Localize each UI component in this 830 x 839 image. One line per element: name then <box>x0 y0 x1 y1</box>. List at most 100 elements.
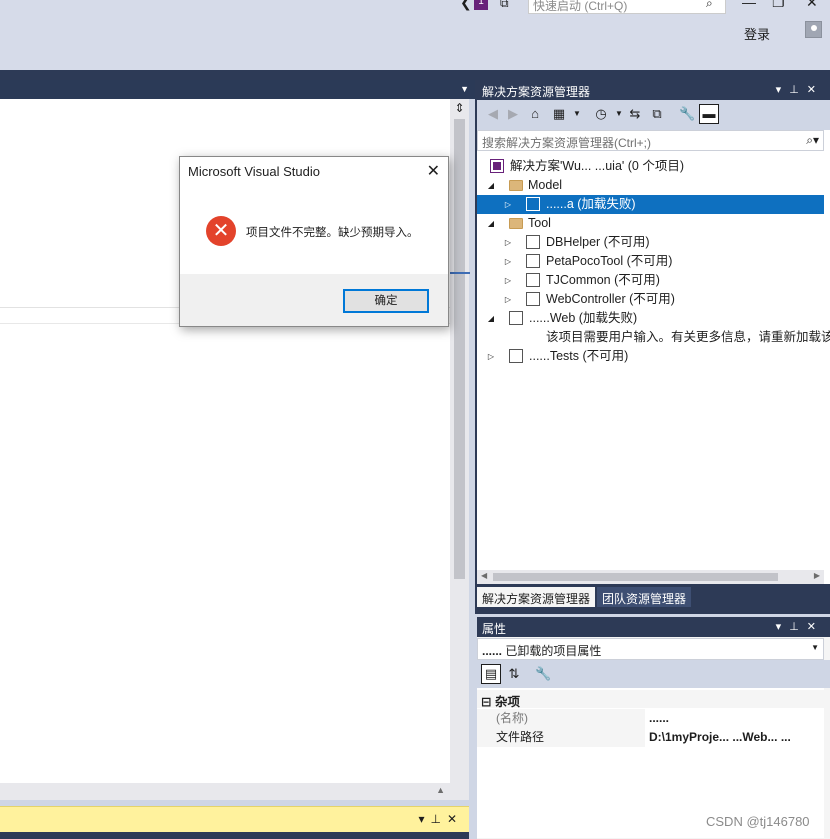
switch-views-icon[interactable]: ▦ <box>551 106 567 122</box>
editor-horizontal-scrollbar[interactable]: ▲ <box>0 783 469 800</box>
scroll-up-icon[interactable]: ▲ <box>436 785 445 795</box>
collapsed-arrow-icon[interactable]: ▷ <box>503 195 513 214</box>
preview-icon[interactable]: ▬ <box>699 104 719 124</box>
property-value[interactable]: ...... <box>646 709 824 728</box>
collapse-icon[interactable]: ⊟ <box>481 695 491 709</box>
tree-item-model-project[interactable]: ▷ ......a (加载失败) <box>477 195 824 214</box>
property-row[interactable]: (名称) ...... <box>477 709 824 728</box>
tree-item-petapocotool[interactable]: ▷ PetaPocoTool (不可用) <box>477 252 824 271</box>
properties-title: 属性 ▾⊥✕ <box>477 617 830 637</box>
avatar[interactable] <box>805 21 822 38</box>
chevron-down-icon[interactable]: ▼ <box>611 106 627 122</box>
solution-icon <box>490 159 504 173</box>
collapsed-arrow-icon[interactable]: ▷ <box>503 252 513 271</box>
project-icon <box>526 273 540 287</box>
tab-solution-explorer[interactable]: 解决方案资源管理器 <box>477 587 596 607</box>
tab-team-explorer[interactable]: 团队资源管理器 <box>597 587 692 607</box>
collapsed-arrow-icon[interactable]: ▷ <box>503 233 513 252</box>
login-link[interactable]: 登录 <box>744 24 770 43</box>
search-icon[interactable]: ⌕ <box>706 0 722 12</box>
scrollbar-thumb[interactable] <box>493 573 778 581</box>
tree-item-label: ......Tests (不可用) <box>529 349 629 363</box>
property-pages-wrench-icon[interactable]: 🔧 <box>535 666 551 682</box>
tab-dropdown-icon[interactable]: ▼ <box>460 84 469 94</box>
error-dialog: Microsoft Visual Studio ✕ ✕ 项目文件不完整。缺少预期… <box>179 156 449 327</box>
object-description: 已卸载的项目属性 <box>505 644 602 658</box>
collapsed-arrow-icon[interactable]: ▷ <box>503 290 513 309</box>
collapsed-arrow-icon[interactable]: ▷ <box>486 347 496 366</box>
property-value[interactable]: D:\1myProje... ...Web... ... <box>646 728 824 747</box>
tree-item-label: Tool <box>528 216 551 230</box>
tree-item-label: ......a (加载失败) <box>546 197 636 211</box>
minimize-button[interactable]: — <box>742 0 756 10</box>
quick-launch-input[interactable]: 快速启动 (Ctrl+Q) <box>528 0 726 14</box>
editor-tab-strip: ▼ <box>0 80 475 99</box>
project-icon <box>509 349 523 363</box>
close-window-button[interactable]: ✕ <box>806 0 818 11</box>
output-panel-header: ▾⊥✕ <box>0 806 469 832</box>
properties-wrench-icon[interactable]: 🔧 <box>679 106 695 122</box>
expanded-arrow-icon[interactable]: ◢ <box>486 214 496 233</box>
properties-object-select[interactable]: ...... 已卸载的项目属性 ▼ <box>477 638 824 660</box>
tree-item-dbhelper[interactable]: ▷ DBHelper (不可用) <box>477 233 824 252</box>
alphabetical-icon[interactable]: ⇅ <box>506 666 522 682</box>
feedback-icon[interactable]: ❮ <box>460 0 472 11</box>
error-icon: ✕ <box>206 216 236 246</box>
close-icon[interactable]: ✕ <box>427 161 440 181</box>
tree-item-webcontroller[interactable]: ▷ WebController (不可用) <box>477 290 824 309</box>
collapse-all-icon[interactable]: ⧉ <box>649 106 665 122</box>
expanded-arrow-icon[interactable]: ◢ <box>486 176 496 195</box>
project-icon <box>509 311 523 325</box>
bottom-strip <box>0 832 469 839</box>
solution-search-input[interactable]: 搜索解决方案资源管理器(Ctrl+;) ⌕▾ <box>477 130 824 151</box>
project-icon <box>526 254 540 268</box>
expanded-arrow-icon[interactable]: ◢ <box>486 309 496 328</box>
panel-controls[interactable]: ▾⊥✕ <box>418 812 463 826</box>
panel-title: 解决方案资源管理器 <box>482 85 591 99</box>
search-icon[interactable]: ⌕▾ <box>806 133 819 148</box>
tree-item-web-project[interactable]: ◢ ......Web (加载失败) <box>477 309 824 328</box>
scroll-left-icon[interactable]: ◀ <box>481 571 487 580</box>
tree-item-tjcommon[interactable]: ▷ TJCommon (不可用) <box>477 271 824 290</box>
tree-item-label: 解决方案'Wu... ...uia' (0 个项目) <box>510 159 685 173</box>
tree-item-solution[interactable]: 解决方案'Wu... ...uia' (0 个项目) <box>477 157 824 176</box>
tree-item-tool-folder[interactable]: ◢ Tool <box>477 214 824 233</box>
scrollbar-thumb[interactable] <box>454 119 465 579</box>
forward-icon[interactable]: ▶ <box>505 106 521 122</box>
pending-changes-icon[interactable]: ◷ <box>593 106 609 122</box>
account-switch-icon[interactable]: ⧉ <box>500 0 509 11</box>
ok-button[interactable]: 确定 <box>343 289 429 313</box>
tree-item-tests-project[interactable]: ▷ ......Tests (不可用) <box>477 347 824 366</box>
project-icon <box>526 235 540 249</box>
sync-icon[interactable]: ⇆ <box>627 106 643 122</box>
tree-item-label: DBHelper (不可用) <box>546 235 650 249</box>
category-label: 杂项 <box>494 695 520 709</box>
category-header[interactable]: ⊟ 杂项 <box>477 690 824 709</box>
property-row[interactable]: 文件路径 D:\1myProje... ...Web... ... <box>477 728 824 747</box>
notification-flag-icon[interactable]: 1 <box>474 0 488 10</box>
panel-controls[interactable]: ▾⊥✕ <box>776 83 824 96</box>
scroll-right-icon[interactable]: ▶ <box>814 571 820 580</box>
chevron-down-icon[interactable]: ▼ <box>811 643 819 652</box>
tree-item-label: TJCommon (不可用) <box>546 273 660 287</box>
tree-item-model-folder[interactable]: ◢ Model <box>477 176 824 195</box>
home-icon[interactable]: ⌂ <box>527 106 543 122</box>
properties-toolbar: ▤ ⇅ 🔧 <box>477 660 830 688</box>
editor-vertical-scrollbar[interactable]: ⇕ <box>450 99 469 783</box>
explorer-tab-strip: 解决方案资源管理器 团队资源管理器 <box>475 584 830 614</box>
tree-item-web-note[interactable]: 该项目需要用户输入。有关更多信息，请重新加载该 <box>477 328 830 347</box>
restore-button[interactable]: ❐ <box>772 0 785 11</box>
solution-horizontal-scrollbar[interactable]: ◀ ▶ <box>477 570 824 584</box>
collapsed-arrow-icon[interactable]: ▷ <box>503 271 513 290</box>
tree-item-label: 该项目需要用户输入。有关更多信息，请重新加载该 <box>546 330 830 344</box>
panel-title: 属性 <box>482 622 507 636</box>
split-handle-icon[interactable]: ⇕ <box>453 101 466 115</box>
chevron-down-icon[interactable]: ▼ <box>569 106 585 122</box>
dialog-message: 项目文件不完整。缺少预期导入。 <box>246 227 419 239</box>
panel-controls[interactable]: ▾⊥✕ <box>776 620 824 633</box>
categorized-icon[interactable]: ▤ <box>481 664 501 684</box>
folder-icon <box>509 180 523 191</box>
object-name: ...... <box>482 644 503 658</box>
dialog-footer: 确定 <box>180 274 448 326</box>
back-icon[interactable]: ◀ <box>485 106 501 122</box>
